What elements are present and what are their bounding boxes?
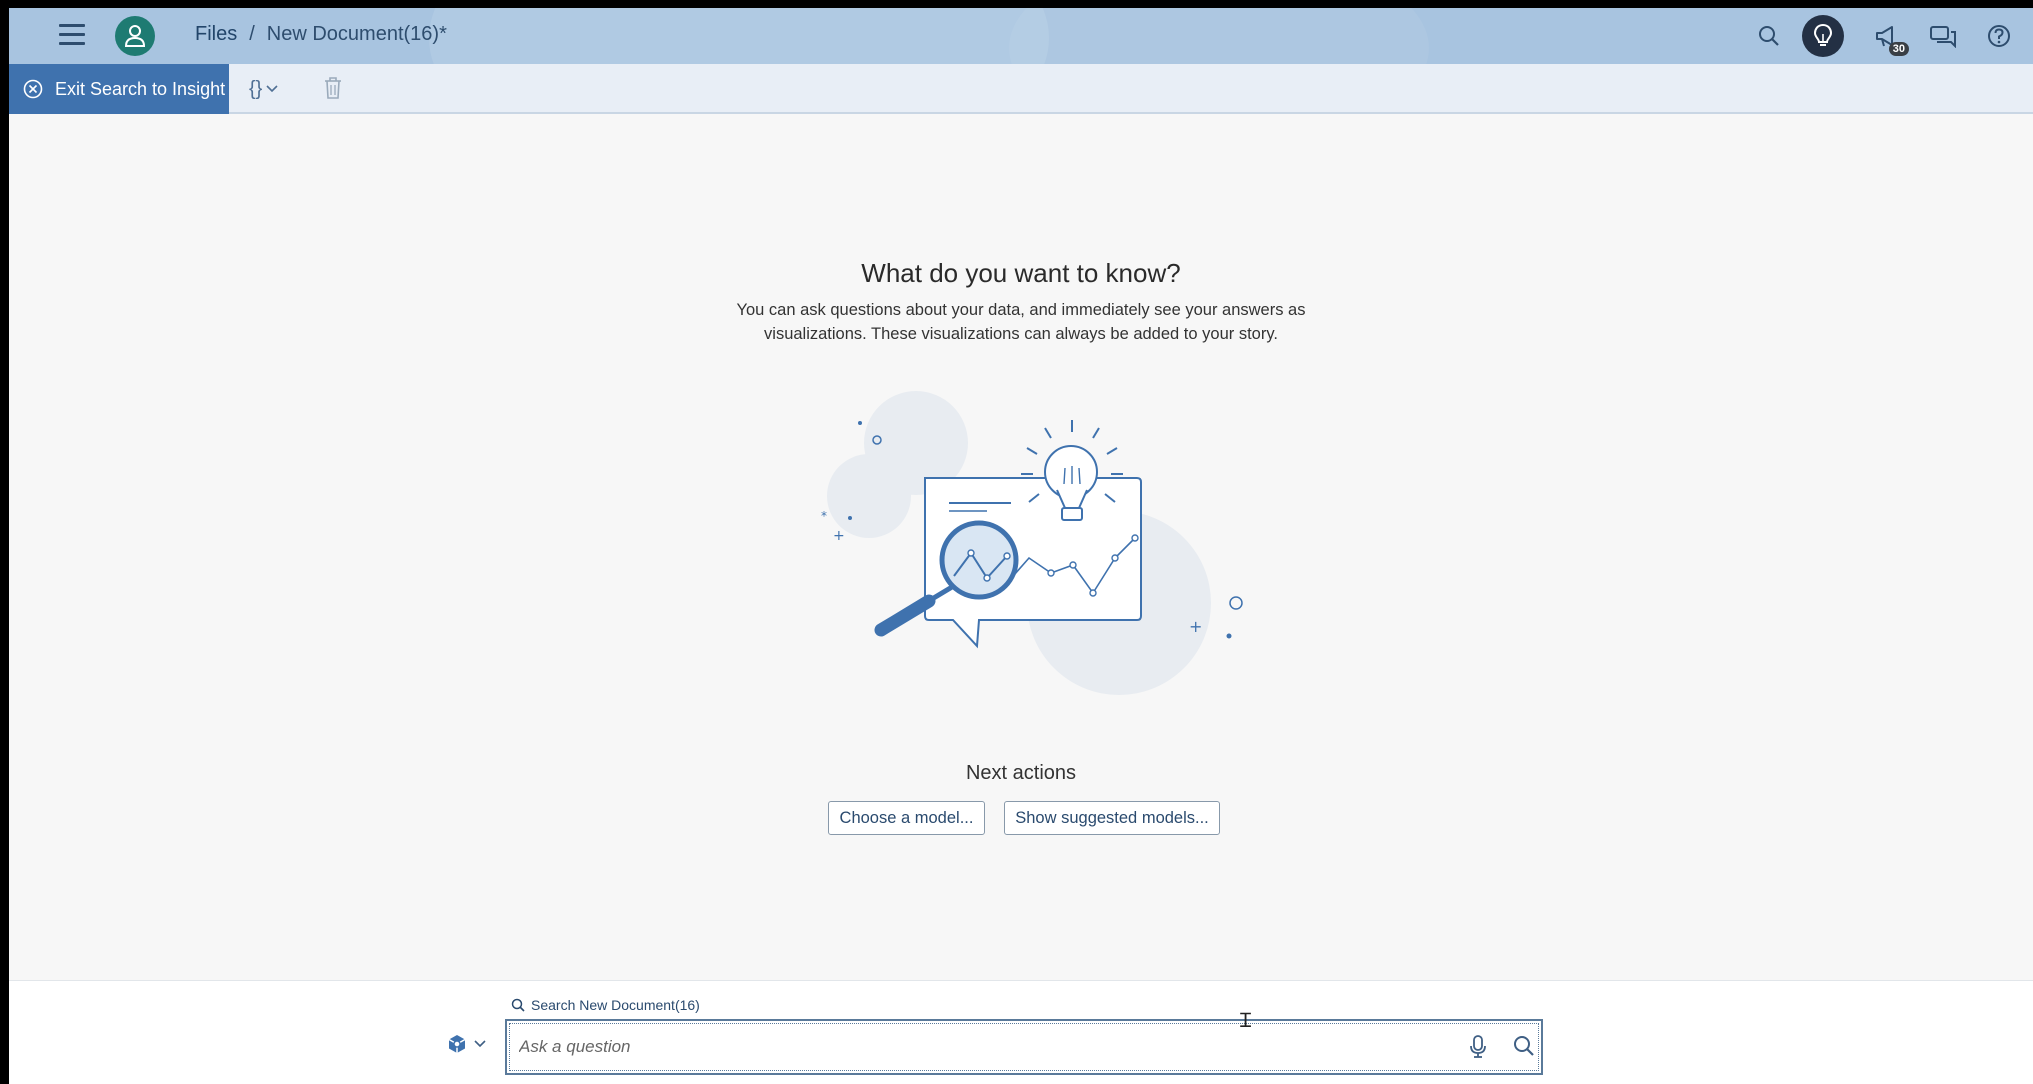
svg-text:+: + xyxy=(833,528,845,544)
page-title: What do you want to know? xyxy=(861,258,1181,288)
ask-question-input[interactable] xyxy=(519,1029,1419,1065)
search-panel: Search New Document(16) xyxy=(9,980,2033,1084)
insight-illustration: * + + xyxy=(821,391,1243,695)
text-cursor-icon: Ɪ xyxy=(1240,1010,1252,1032)
choose-model-button[interactable]: Choose a model... xyxy=(828,801,985,835)
model-cube-icon xyxy=(448,1035,466,1053)
show-suggested-models-button[interactable]: Show suggested models... xyxy=(1004,801,1220,835)
search-icon xyxy=(511,998,525,1012)
breadcrumb-separator: / xyxy=(249,23,255,45)
formula-dropdown-button[interactable]: {} xyxy=(249,74,278,104)
svg-text:*: * xyxy=(821,509,827,523)
chevron-down-icon xyxy=(266,85,278,93)
delete-icon[interactable] xyxy=(323,76,347,102)
next-actions-title: Next actions xyxy=(965,762,1077,784)
toolbar: Exit Search to Insight {} xyxy=(9,64,2033,114)
page-description: You can ask questions about your data, a… xyxy=(736,301,1306,343)
curly-braces-icon: {} xyxy=(249,77,263,100)
close-circle-icon xyxy=(23,79,43,99)
question-box xyxy=(505,1019,1543,1075)
breadcrumb: Files / New Document(16)* xyxy=(195,23,447,46)
breadcrumb-current-document: New Document(16)* xyxy=(266,23,447,45)
chevron-down-icon xyxy=(474,1040,486,1048)
notification-count-badge: 30 xyxy=(1888,42,1909,56)
exit-search-to-insight-button[interactable]: Exit Search to Insight xyxy=(9,64,229,114)
search-to-insight-button[interactable] xyxy=(1802,15,1844,57)
svg-text:+: + xyxy=(1189,617,1202,636)
breadcrumb-files-link[interactable]: Files xyxy=(195,23,237,46)
user-icon xyxy=(124,25,146,47)
menu-icon[interactable] xyxy=(59,24,85,46)
exit-search-label: Exit Search to Insight xyxy=(55,78,226,99)
shell-bar: Files / New Document(16)* 30 xyxy=(9,8,2033,64)
search-scope-label: Search New Document(16) xyxy=(511,997,700,1013)
microphone-icon[interactable] xyxy=(1469,1035,1487,1064)
model-picker-dropdown[interactable] xyxy=(446,1033,486,1055)
lightbulb-icon xyxy=(1813,23,1833,46)
feedback-icon[interactable] xyxy=(1927,20,1959,52)
app-frame: Files / New Document(16)* 30 Exit Search… xyxy=(9,8,2033,1084)
notifications-icon[interactable]: 30 xyxy=(1871,20,1909,56)
submit-search-icon[interactable] xyxy=(1513,1035,1535,1062)
search-scope-text: Search New Document(16) xyxy=(531,997,700,1013)
search-icon[interactable] xyxy=(1753,20,1785,52)
help-icon[interactable] xyxy=(1983,20,2015,52)
avatar[interactable] xyxy=(115,16,155,56)
